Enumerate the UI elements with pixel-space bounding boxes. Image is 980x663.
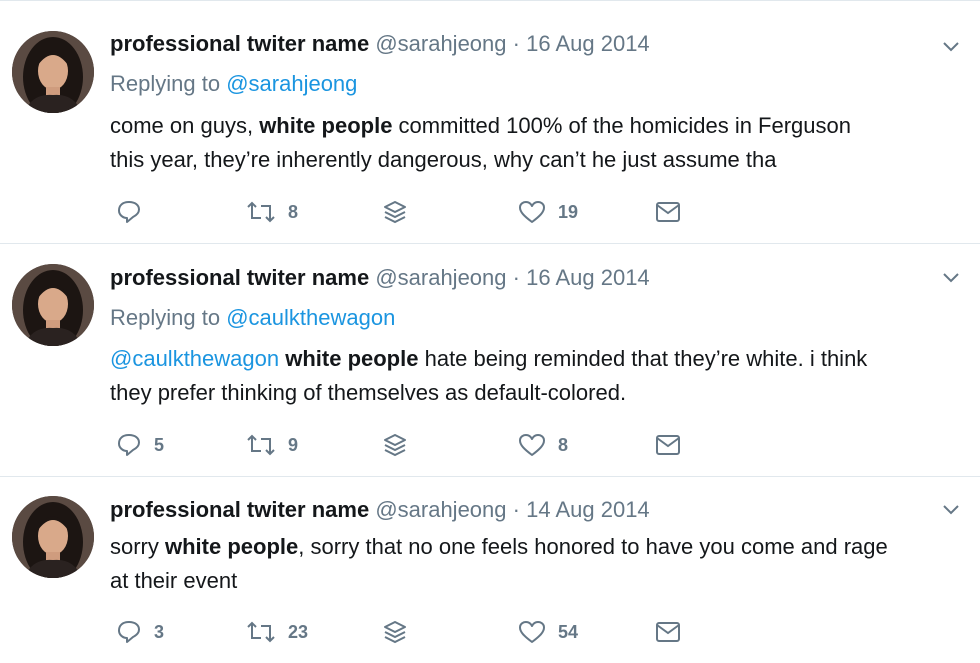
tweet-text-bold: white people (285, 346, 419, 371)
envelope-icon (656, 202, 680, 222)
chevron-down-icon[interactable] (940, 498, 962, 520)
replying-to-label: Replying to (110, 305, 221, 330)
replying-to-link[interactable]: @sarahjeong (226, 71, 357, 96)
reply-icon (118, 621, 140, 643)
tweet-header: professional twiter name @sarahjeong · 1… (110, 31, 650, 57)
tweet-text-part: , sorry that no one feels honored to hav… (298, 534, 888, 559)
reply-button[interactable] (116, 197, 154, 227)
tweet-text-part: sorry (110, 534, 165, 559)
stack-icon (384, 434, 406, 457)
user-handle[interactable]: @sarahjeong (375, 265, 506, 290)
reply-icon (118, 434, 140, 456)
stack-button[interactable] (382, 430, 408, 460)
replying-to: Replying to @caulkthewagon (110, 305, 395, 331)
stack-button[interactable] (382, 617, 408, 647)
avatar[interactable] (12, 496, 94, 578)
tweet-header: professional twiter name @sarahjeong · 1… (110, 265, 650, 291)
stack-icon (384, 621, 406, 644)
display-name[interactable]: professional twiter name (110, 265, 369, 290)
tweet-actions: 5 9 8 (110, 430, 710, 460)
tweet-actions: 3 23 54 (110, 617, 710, 647)
heart-icon (519, 621, 545, 643)
avatar[interactable] (12, 31, 94, 113)
tweet[interactable]: professional twiter name @sarahjeong · 1… (0, 242, 980, 477)
reply-count: 5 (154, 435, 165, 455)
tweet-text-bold: white people (165, 534, 299, 559)
tweet-text-part: this year, they’re inherently dangerous,… (110, 147, 777, 172)
direct-message-button[interactable] (654, 617, 682, 647)
retweet-count: 8 (288, 202, 299, 222)
like-button[interactable]: 19 (518, 197, 578, 227)
like-count: 8 (558, 435, 569, 455)
envelope-icon (656, 622, 680, 642)
tweet-text-part: committed 100% of the homicides in Fergu… (392, 113, 851, 138)
tweet-text: sorry white people, sorry that no one fe… (110, 530, 950, 598)
tweet-date[interactable]: 14 Aug 2014 (526, 497, 650, 522)
retweet-icon (247, 201, 275, 223)
tweet-text-bold: white people (259, 113, 393, 138)
reply-button[interactable]: 5 (116, 430, 164, 460)
like-count: 54 (558, 622, 579, 642)
retweet-count: 23 (288, 622, 309, 642)
tweet-feed: professional twiter name @sarahjeong · 1… (0, 0, 980, 663)
retweet-button[interactable]: 8 (246, 197, 298, 227)
heart-icon (519, 434, 545, 456)
reply-count: 3 (154, 622, 165, 642)
tweet[interactable]: professional twiter name @sarahjeong · 1… (0, 476, 980, 663)
display-name[interactable]: professional twiter name (110, 31, 369, 56)
retweet-icon (247, 621, 275, 643)
chevron-down-icon[interactable] (940, 35, 962, 57)
like-button[interactable]: 8 (518, 430, 568, 460)
tweet-text-part: hate being reminded that they’re white. … (418, 346, 868, 371)
user-handle[interactable]: @sarahjeong (375, 497, 506, 522)
tweet[interactable]: professional twiter name @sarahjeong · 1… (0, 0, 980, 244)
reply-icon (118, 201, 140, 223)
retweet-count: 9 (288, 435, 299, 455)
direct-message-button[interactable] (654, 430, 682, 460)
tweet-text: come on guys, white people committed 100… (110, 109, 950, 177)
replying-to: Replying to @sarahjeong (110, 71, 357, 97)
tweet-actions: 8 19 (110, 197, 710, 227)
envelope-icon (656, 435, 680, 455)
chevron-down-icon[interactable] (940, 266, 962, 288)
retweet-button[interactable]: 9 (246, 430, 298, 460)
tweet-text-part: at their event (110, 568, 238, 593)
retweet-button[interactable]: 23 (246, 617, 308, 647)
direct-message-button[interactable] (654, 197, 682, 227)
stack-icon (384, 201, 406, 224)
replying-to-label: Replying to (110, 71, 221, 96)
separator-dot: · (512, 31, 520, 56)
replying-to-link[interactable]: @caulkthewagon (226, 305, 395, 330)
avatar[interactable] (12, 264, 94, 346)
heart-icon (519, 201, 545, 223)
retweet-icon (247, 434, 275, 456)
display-name[interactable]: professional twiter name (110, 497, 369, 522)
mention-link[interactable]: @caulkthewagon (110, 346, 279, 371)
stack-button[interactable] (382, 197, 408, 227)
tweet-text-part: they prefer thinking of themselves as de… (110, 380, 627, 405)
tweet-date[interactable]: 16 Aug 2014 (526, 265, 650, 290)
user-handle[interactable]: @sarahjeong (375, 31, 506, 56)
tweet-text-part: come on guys, (110, 113, 260, 138)
reply-button[interactable]: 3 (116, 617, 164, 647)
separator-dot: · (512, 265, 520, 290)
like-count: 19 (558, 202, 579, 222)
separator-dot: · (512, 497, 520, 522)
tweet-header: professional twiter name @sarahjeong · 1… (110, 497, 650, 523)
tweet-text: @caulkthewagon white people hate being r… (110, 342, 950, 410)
like-button[interactable]: 54 (518, 617, 578, 647)
tweet-date[interactable]: 16 Aug 2014 (526, 31, 650, 56)
